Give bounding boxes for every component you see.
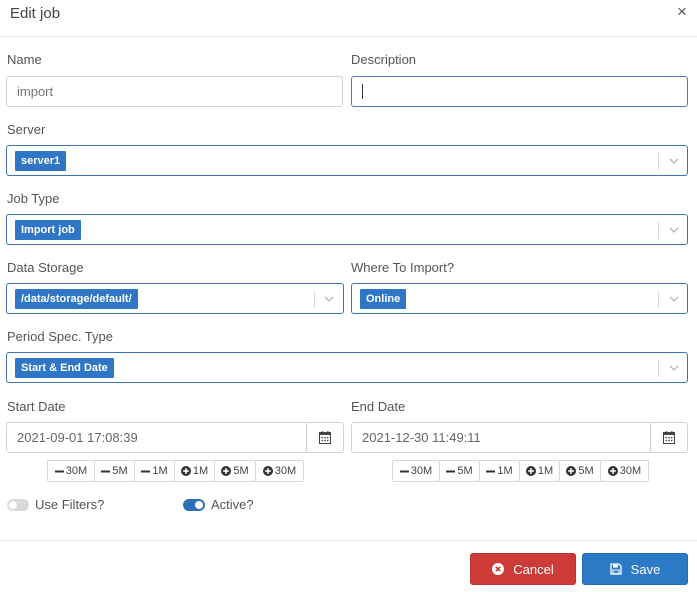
minus-icon <box>141 467 151 476</box>
server-selected-tag: server1 <box>15 151 67 171</box>
calendar-icon <box>663 431 675 444</box>
adjust-label: 30M <box>274 465 297 477</box>
data-storage-selected-tag: /data/storage/default/ <box>15 289 138 309</box>
text-caret <box>362 84 363 99</box>
adjust-label: 1M <box>537 465 554 477</box>
minus-icon <box>446 467 456 476</box>
where-to-import-select[interactable]: Online <box>351 283 688 314</box>
adjust-label: 5M <box>578 465 594 477</box>
chevron-down-icon[interactable] <box>323 293 335 305</box>
select-divider <box>658 291 659 308</box>
minus-icon <box>101 467 111 476</box>
adjust-label: 30M <box>65 465 88 477</box>
dialog-title: Edit job <box>10 5 61 22</box>
active-toggle[interactable] <box>183 499 205 511</box>
server-label: Server <box>7 122 46 137</box>
where-to-import-selected-tag: Online <box>360 289 407 309</box>
data-storage-label: Data Storage <box>7 260 84 275</box>
plus-circle-icon <box>180 466 191 476</box>
adjust-label: 5M <box>457 465 473 477</box>
toggle-knob <box>9 501 17 509</box>
end-minus-5m-button[interactable]: 5M <box>440 461 480 481</box>
chevron-down-icon[interactable] <box>668 362 680 374</box>
active-label: Active? <box>211 497 254 512</box>
select-divider <box>314 291 315 308</box>
chevron-down-icon[interactable] <box>668 224 680 236</box>
period-spec-type-label: Period Spec. Type <box>7 329 113 344</box>
start-minus-1m-button[interactable]: 1M <box>135 461 175 481</box>
name-label: Name <box>7 52 42 67</box>
start-date-label: Start Date <box>7 399 66 414</box>
chevron-down-icon[interactable] <box>668 155 680 167</box>
calendar-icon <box>319 431 331 444</box>
start-date-adjust-group: 30M 5M 1M 1M 5M 30M <box>47 460 304 482</box>
adjust-label: 5M <box>112 465 128 477</box>
end-date-calendar-button[interactable] <box>650 423 687 452</box>
select-divider <box>658 360 659 377</box>
period-spec-type-select[interactable]: Start & End Date <box>6 352 688 383</box>
save-button[interactable]: Save <box>582 553 688 585</box>
period-spec-type-selected-tag: Start & End Date <box>15 358 114 378</box>
end-date-label: End Date <box>351 399 406 414</box>
start-minus-30m-button[interactable]: 30M <box>48 461 95 481</box>
plus-circle-icon <box>566 466 577 476</box>
start-date-value: 2021-09-01 17:08:39 <box>17 430 138 445</box>
select-divider <box>658 222 659 239</box>
select-divider <box>658 153 659 170</box>
start-plus-1m-button[interactable]: 1M <box>175 461 215 481</box>
name-input-value: import <box>17 84 54 99</box>
job-type-label: Job Type <box>7 191 60 206</box>
save-label: Save <box>630 561 661 577</box>
job-type-select[interactable]: Import job <box>6 214 688 245</box>
cancel-button[interactable]: Cancel <box>470 553 576 585</box>
chevron-down-icon[interactable] <box>668 293 680 305</box>
close-icon[interactable]: × <box>675 3 689 20</box>
footer-divider <box>0 540 697 541</box>
adjust-label: 1M <box>192 465 209 477</box>
end-date-input[interactable]: 2021-12-30 11:49:11 <box>351 422 688 453</box>
minus-icon <box>486 467 496 476</box>
toggle-knob <box>195 501 203 509</box>
description-label: Description <box>351 52 417 67</box>
job-type-selected-tag: Import job <box>15 220 81 240</box>
cancel-label: Cancel <box>513 561 554 577</box>
plus-circle-icon <box>607 466 618 476</box>
start-plus-30m-button[interactable]: 30M <box>256 461 303 481</box>
end-plus-1m-button[interactable]: 1M <box>520 461 560 481</box>
start-date-calendar-button[interactable] <box>306 423 343 452</box>
adjust-label: 1M <box>152 465 168 477</box>
description-input[interactable] <box>351 76 688 107</box>
adjust-label: 30M <box>619 465 642 477</box>
start-date-input[interactable]: 2021-09-01 17:08:39 <box>6 422 344 453</box>
minus-icon <box>399 467 409 476</box>
data-storage-select[interactable]: /data/storage/default/ <box>6 283 344 314</box>
end-plus-5m-button[interactable]: 5M <box>560 461 601 481</box>
plus-circle-icon <box>221 466 232 476</box>
end-plus-30m-button[interactable]: 30M <box>601 461 648 481</box>
floppy-disk-icon <box>610 563 622 575</box>
minus-icon <box>54 467 64 476</box>
use-filters-toggle[interactable] <box>7 499 29 511</box>
end-minus-30m-button[interactable]: 30M <box>393 461 440 481</box>
plus-circle-icon <box>525 466 536 476</box>
where-to-import-label: Where To Import? <box>351 260 455 275</box>
end-minus-1m-button[interactable]: 1M <box>480 461 520 481</box>
server-select[interactable]: server1 <box>6 145 688 176</box>
adjust-label: 30M <box>410 465 433 477</box>
dialog-header: Edit job × <box>0 0 697 37</box>
adjust-label: 1M <box>497 465 513 477</box>
end-date-adjust-group: 30M 5M 1M 1M 5M 30M <box>392 460 649 482</box>
adjust-label: 5M <box>233 465 249 477</box>
start-minus-5m-button[interactable]: 5M <box>95 461 135 481</box>
end-date-value: 2021-12-30 11:49:11 <box>362 430 481 445</box>
use-filters-label: Use Filters? <box>35 497 105 512</box>
times-circle-icon <box>492 563 505 575</box>
name-input[interactable]: import <box>6 76 343 107</box>
start-plus-5m-button[interactable]: 5M <box>215 461 256 481</box>
plus-circle-icon <box>262 466 273 476</box>
